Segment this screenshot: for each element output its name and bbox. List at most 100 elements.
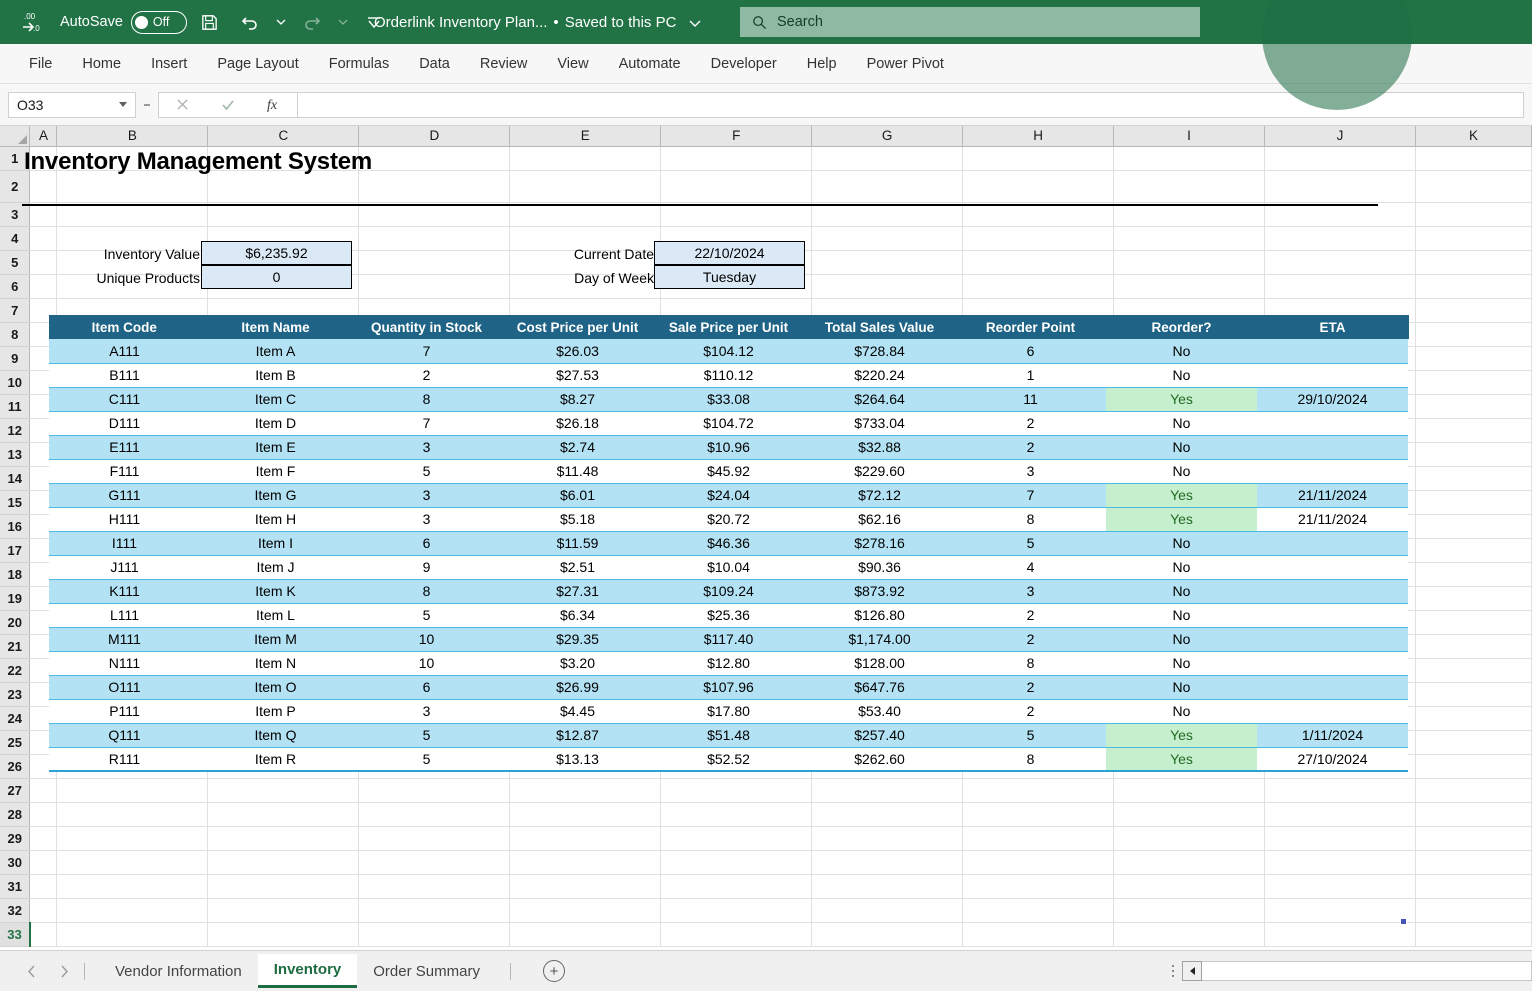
- grid-cell-H28[interactable]: [962, 802, 1115, 827]
- unique-products-cell[interactable]: 0: [201, 265, 352, 289]
- table-cell-name[interactable]: Item D: [200, 411, 351, 436]
- grid-cell-C27[interactable]: [207, 778, 360, 803]
- table-cell-name[interactable]: Item O: [200, 675, 351, 700]
- table-cell-reorder[interactable]: No: [1106, 339, 1257, 364]
- grid-cell-G32[interactable]: [811, 898, 964, 923]
- table-cell-cost[interactable]: $11.48: [502, 459, 653, 484]
- previous-sheet-icon[interactable]: [26, 965, 37, 978]
- table-row[interactable]: N111 Item N 10 $3.20 $12.80 $128.00 8 No: [49, 651, 1408, 676]
- ribbon-tab-insert[interactable]: Insert: [136, 50, 202, 78]
- ribbon-tab-review[interactable]: Review: [465, 50, 543, 78]
- table-cell-sale[interactable]: $20.72: [653, 507, 804, 532]
- table-cell-code[interactable]: P111: [49, 699, 200, 724]
- table-cell-qty[interactable]: 3: [351, 483, 502, 508]
- table-cell-total[interactable]: $733.04: [804, 411, 955, 436]
- grid-cell-K6[interactable]: [1415, 274, 1532, 299]
- table-cell-code[interactable]: G111: [49, 483, 200, 508]
- table-cell-qty[interactable]: 5: [351, 723, 502, 748]
- grid-cell-K29[interactable]: [1415, 826, 1532, 851]
- table-cell-sale[interactable]: $110.12: [653, 363, 804, 388]
- formula-bar-grip[interactable]: [136, 102, 158, 107]
- table-cell-reorder_point[interactable]: 2: [955, 603, 1106, 628]
- grid-cell-B29[interactable]: [56, 826, 209, 851]
- grid-cell-K27[interactable]: [1415, 778, 1532, 803]
- table-cell-qty[interactable]: 8: [351, 387, 502, 412]
- grid-cell-A33[interactable]: [29, 922, 58, 947]
- grid-cell-J1[interactable]: [1264, 146, 1416, 171]
- grid-cell-K31[interactable]: [1415, 874, 1532, 899]
- row-header-15[interactable]: 15: [0, 490, 31, 515]
- grid-cell-D6[interactable]: [358, 274, 511, 299]
- grid-cell-B28[interactable]: [56, 802, 209, 827]
- grid-cell-K3[interactable]: [1415, 202, 1532, 227]
- table-cell-reorder_point[interactable]: 1: [955, 363, 1106, 388]
- grid-cell-D1[interactable]: [358, 146, 511, 171]
- table-cell-total[interactable]: $72.12: [804, 483, 955, 508]
- table-cell-cost[interactable]: $26.99: [502, 675, 653, 700]
- grid-cell-J28[interactable]: [1264, 802, 1416, 827]
- table-cell-sale[interactable]: $24.04: [653, 483, 804, 508]
- inventory-header-5[interactable]: Total Sales Value: [804, 315, 956, 339]
- spreadsheet-grid[interactable]: A B C D E F G H I J K 1 2 3 4 5 6 7 8 9 10 11 12 13 1…: [0, 126, 1532, 950]
- table-row[interactable]: L111 Item L 5 $6.34 $25.36 $126.80 2 No: [49, 603, 1408, 628]
- inventory-header-4[interactable]: Sale Price per Unit: [653, 315, 805, 339]
- grid-cell-J32[interactable]: [1264, 898, 1416, 923]
- grid-cell-G4[interactable]: [811, 226, 964, 251]
- table-cell-total[interactable]: $229.60: [804, 459, 955, 484]
- grid-cell-G27[interactable]: [811, 778, 964, 803]
- table-cell-eta[interactable]: [1257, 627, 1408, 652]
- grid-cell-G2[interactable]: [811, 170, 964, 203]
- grid-cell-H30[interactable]: [962, 850, 1115, 875]
- table-cell-sale[interactable]: $12.80: [653, 651, 804, 676]
- table-cell-reorder[interactable]: No: [1106, 411, 1257, 436]
- row-header-22[interactable]: 22: [0, 658, 31, 683]
- table-cell-total[interactable]: $278.16: [804, 531, 955, 556]
- grid-cell-D29[interactable]: [358, 826, 511, 851]
- table-cell-code[interactable]: L111: [49, 603, 200, 628]
- table-cell-code[interactable]: B111: [49, 363, 200, 388]
- grid-cell-E2[interactable]: [509, 170, 662, 203]
- table-cell-reorder_point[interactable]: 2: [955, 627, 1106, 652]
- autosave-toggle[interactable]: Off: [130, 10, 187, 34]
- table-cell-qty[interactable]: 5: [351, 747, 502, 772]
- table-row[interactable]: I111 Item I 6 $11.59 $46.36 $278.16 5 No: [49, 531, 1408, 556]
- table-cell-qty[interactable]: 6: [351, 675, 502, 700]
- grid-cell-E30[interactable]: [509, 850, 662, 875]
- grid-cell-F1[interactable]: [660, 146, 813, 171]
- column-header-B[interactable]: B: [56, 126, 209, 147]
- ribbon-tab-developer[interactable]: Developer: [696, 50, 792, 78]
- grid-cell-G1[interactable]: [811, 146, 964, 171]
- row-header-13[interactable]: 13: [0, 442, 31, 467]
- table-cell-sale[interactable]: $45.92: [653, 459, 804, 484]
- table-cell-code[interactable]: Q111: [49, 723, 200, 748]
- cancel-icon[interactable]: [159, 93, 205, 117]
- grid-cell-K32[interactable]: [1415, 898, 1532, 923]
- table-cell-reorder[interactable]: No: [1106, 435, 1257, 460]
- inventory-header-2[interactable]: Quantity in Stock: [351, 315, 503, 339]
- grid-cell-J6[interactable]: [1264, 274, 1416, 299]
- inventory-header-3[interactable]: Cost Price per Unit: [502, 315, 654, 339]
- table-cell-name[interactable]: Item R: [200, 747, 351, 772]
- select-all-corner[interactable]: [0, 126, 31, 147]
- row-header-5[interactable]: 5: [0, 250, 31, 275]
- table-cell-reorder[interactable]: No: [1106, 627, 1257, 652]
- table-cell-total[interactable]: $1,174.00: [804, 627, 955, 652]
- grid-cell-K2[interactable]: [1415, 170, 1532, 203]
- inventory-table[interactable]: Item Code Item Name Quantity in Stock Cost …: [49, 315, 1409, 772]
- title-chevron-down-icon[interactable]: [689, 17, 701, 29]
- table-cell-reorder_point[interactable]: 6: [955, 339, 1106, 364]
- grid-cell-K7[interactable]: [1415, 298, 1532, 323]
- row-header-33[interactable]: 33: [0, 922, 31, 947]
- row-header-12[interactable]: 12: [0, 418, 31, 443]
- table-cell-qty[interactable]: 6: [351, 531, 502, 556]
- ribbon-tab-automate[interactable]: Automate: [604, 50, 696, 78]
- grid-cell-K33[interactable]: [1415, 922, 1532, 947]
- table-cell-reorder[interactable]: No: [1106, 531, 1257, 556]
- table-cell-reorder[interactable]: Yes: [1106, 483, 1257, 508]
- inventory-header-1[interactable]: Item Name: [200, 315, 352, 339]
- grid-cell-I2[interactable]: [1113, 170, 1265, 203]
- table-cell-reorder_point[interactable]: 11: [955, 387, 1106, 412]
- row-header-29[interactable]: 29: [0, 826, 31, 851]
- ribbon-tab-power-pivot[interactable]: Power Pivot: [852, 50, 959, 78]
- row-header-27[interactable]: 27: [0, 778, 31, 803]
